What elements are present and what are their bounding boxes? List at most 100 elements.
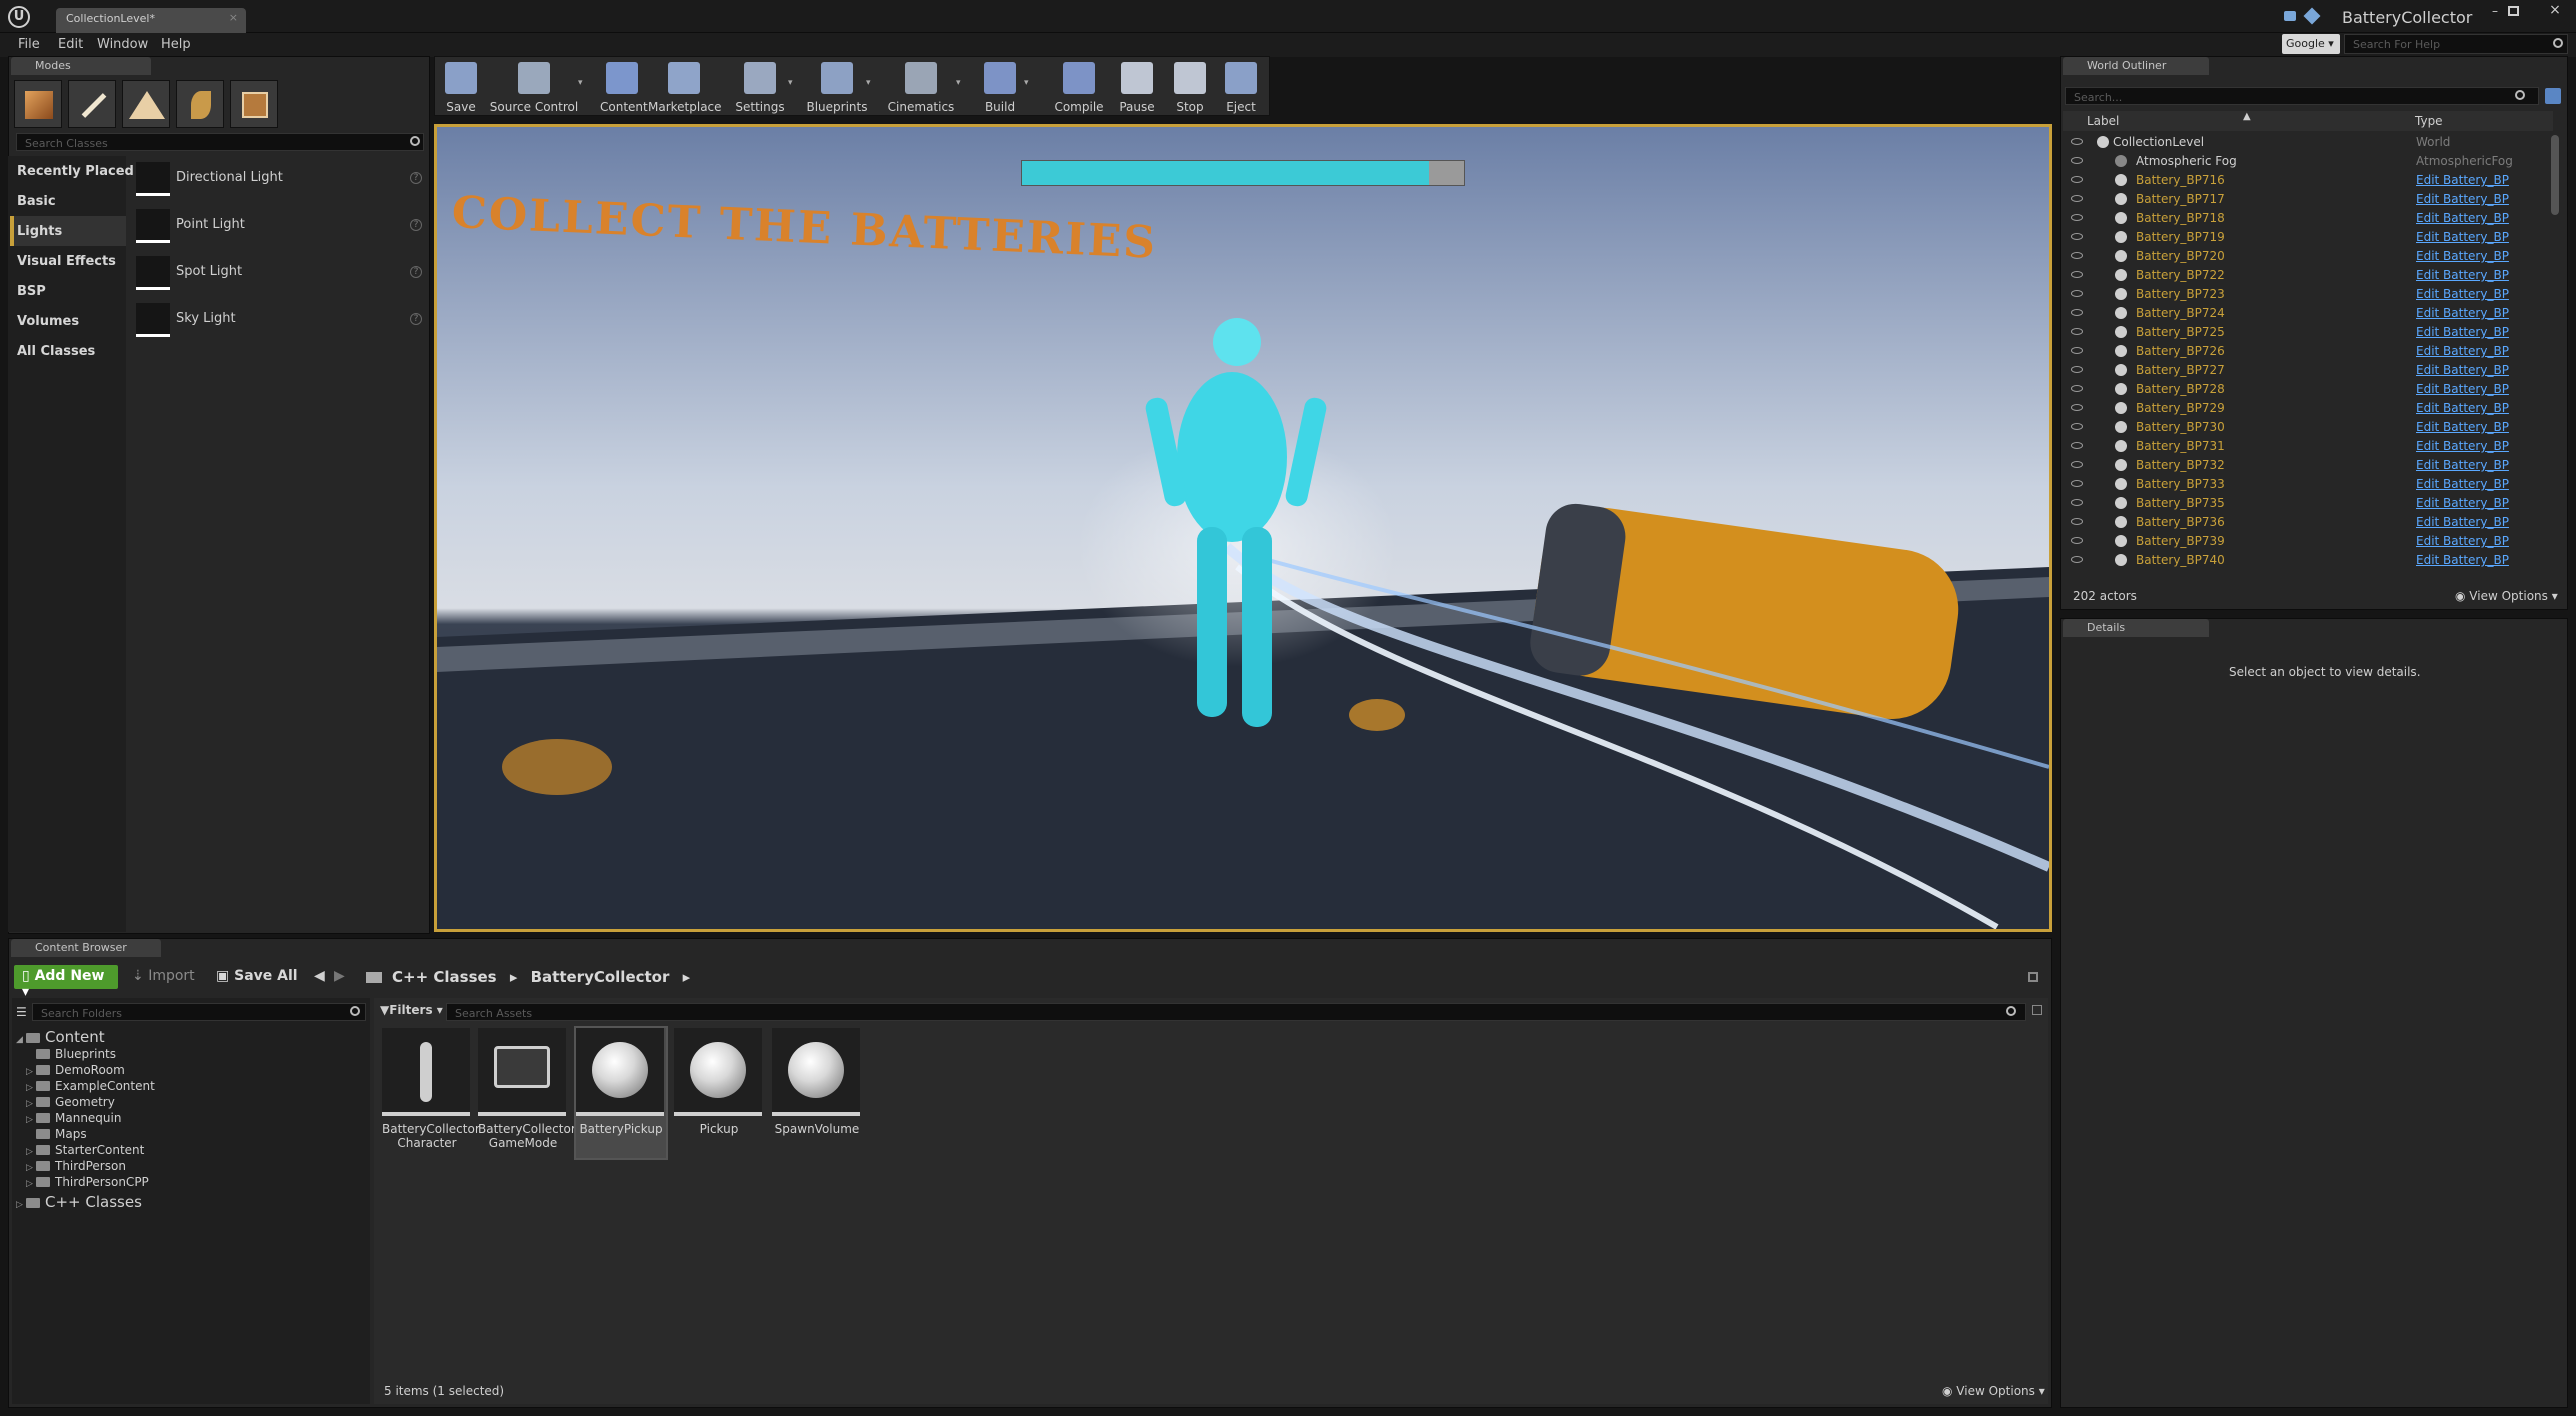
edit-blueprint-link[interactable]: Edit Battery_BP (2416, 515, 2509, 529)
asset-tile[interactable]: BatteryCollector Character (382, 1028, 480, 1158)
expand-right-icon[interactable]: ▷ (26, 1083, 36, 1093)
visibility-eye-icon[interactable] (2071, 423, 2083, 430)
outliner-row[interactable]: Atmospheric Fog AtmosphericFog (2063, 152, 2553, 171)
visibility-eye-icon[interactable] (2071, 157, 2083, 164)
menu-help[interactable]: Help (161, 37, 191, 52)
visibility-eye-icon[interactable] (2071, 309, 2083, 316)
visibility-eye-icon[interactable] (2071, 214, 2083, 221)
outliner-row[interactable]: Battery_BP726 Edit Battery_BP (2063, 342, 2553, 361)
back-arrow-icon[interactable]: ◀ (314, 968, 325, 984)
visibility-eye-icon[interactable] (2071, 366, 2083, 373)
edit-blueprint-link[interactable]: Edit Battery_BP (2416, 553, 2509, 567)
outliner-row[interactable]: Battery_BP732 Edit Battery_BP (2063, 456, 2553, 475)
folder-tree-item[interactable]: ▷ ThirdPersonCPP (26, 1175, 149, 1189)
category-visual-effects[interactable]: Visual Effects (17, 254, 116, 269)
visibility-eye-icon[interactable] (2071, 480, 2083, 487)
outliner-row[interactable]: Battery_BP739 Edit Battery_BP (2063, 532, 2553, 551)
expand-right-icon[interactable]: ▷ (26, 1179, 36, 1189)
game-viewport[interactable]: COLLECT THE BATTERIES (434, 124, 2052, 932)
close-icon[interactable]: × (229, 11, 238, 24)
filters-button[interactable]: ▼Filters ▾ (380, 1003, 443, 1017)
geometry-mode-button[interactable] (230, 80, 278, 128)
toolbar-stop-button[interactable]: Stop (1168, 56, 1212, 116)
edit-blueprint-link[interactable]: Edit Battery_BP (2416, 211, 2509, 225)
place-mode-button[interactable] (14, 80, 62, 128)
category-volumes[interactable]: Volumes (17, 314, 79, 329)
category-recently-placed[interactable]: Recently Placed (17, 164, 134, 179)
edit-blueprint-link[interactable]: Edit Battery_BP (2416, 306, 2509, 320)
outliner-row[interactable]: Battery_BP740 Edit Battery_BP (2063, 551, 2553, 570)
folder-tree-item[interactable]: ▷ StarterContent (26, 1143, 144, 1157)
toolbar-marketplace-button[interactable]: Marketplace (648, 56, 722, 116)
class-item-sky-light[interactable]: Sky Light? (136, 299, 426, 343)
visibility-eye-icon[interactable] (2071, 461, 2083, 468)
edit-blueprint-link[interactable]: Edit Battery_BP (2416, 192, 2509, 206)
menu-file[interactable]: File (18, 37, 40, 52)
category-lights[interactable]: Lights (17, 224, 62, 239)
chevron-right-icon[interactable]: ▸ (683, 968, 691, 986)
toolbar-save-button[interactable]: Save (438, 56, 484, 116)
marketplace-small-icon[interactable] (2303, 7, 2321, 25)
expand-right-icon[interactable]: ▷ (26, 1099, 36, 1109)
folder-tree-item[interactable]: ▷ ThirdPerson (26, 1159, 126, 1173)
edit-blueprint-link[interactable]: Edit Battery_BP (2416, 382, 2509, 396)
visibility-eye-icon[interactable] (2071, 556, 2083, 563)
expand-right-icon[interactable]: ▷ (26, 1147, 36, 1157)
tree-view-toggle-icon[interactable]: ☰ (16, 1005, 27, 1019)
unreal-logo-icon[interactable]: U (8, 6, 30, 28)
edit-blueprint-link[interactable]: Edit Battery_BP (2416, 173, 2509, 187)
folder-tree-item[interactable]: ▷ ExampleContent (26, 1079, 155, 1093)
outliner-view-options[interactable]: ◉ View Options ▾ (2455, 589, 2558, 603)
asset-tile[interactable]: SpawnVolume (772, 1028, 862, 1158)
help-icon[interactable]: ? (410, 172, 422, 184)
asset-search-input[interactable]: Search Assets (446, 1003, 2026, 1021)
world-outliner-tab[interactable]: World Outliner (2063, 57, 2209, 75)
help-icon[interactable]: ? (410, 313, 422, 325)
folder-tree-item[interactable]: ▷ Mannequin (26, 1111, 121, 1125)
category-all-classes[interactable]: All Classes (17, 344, 95, 359)
edit-blueprint-link[interactable]: Edit Battery_BP (2416, 420, 2509, 434)
minimize-button[interactable]: – (2486, 4, 2504, 18)
details-tab[interactable]: Details (2063, 619, 2209, 637)
edit-blueprint-link[interactable]: Edit Battery_BP (2416, 458, 2509, 472)
asset-tile[interactable]: Pickup (674, 1028, 764, 1158)
search-icon[interactable] (2553, 38, 2563, 48)
chevron-down-icon[interactable]: ▾ (866, 78, 871, 88)
visibility-eye-icon[interactable] (2071, 252, 2083, 259)
outliner-row[interactable]: CollectionLevel World (2063, 133, 2553, 152)
help-icon[interactable]: ? (410, 219, 422, 231)
chevron-down-icon[interactable]: ▾ (788, 78, 793, 88)
import-button[interactable]: ⇣ Import (132, 968, 195, 984)
visibility-eye-icon[interactable] (2071, 176, 2083, 183)
edit-blueprint-link[interactable]: Edit Battery_BP (2416, 344, 2509, 358)
outliner-row[interactable]: Battery_BP729 Edit Battery_BP (2063, 399, 2553, 418)
forward-arrow-icon[interactable]: ▶ (334, 968, 345, 984)
outliner-row[interactable]: Battery_BP728 Edit Battery_BP (2063, 380, 2553, 399)
chevron-right-icon[interactable]: ▸ (510, 968, 518, 986)
outliner-row[interactable]: Battery_BP727 Edit Battery_BP (2063, 361, 2553, 380)
outliner-row[interactable]: Battery_BP735 Edit Battery_BP (2063, 494, 2553, 513)
label-column-header[interactable]: Label (2087, 114, 2119, 128)
outliner-settings-icon[interactable] (2545, 88, 2561, 104)
outliner-row[interactable]: Battery_BP733 Edit Battery_BP (2063, 475, 2553, 494)
toolbar-build-button[interactable]: Build ▾ (974, 56, 1029, 116)
outliner-row[interactable]: Battery_BP731 Edit Battery_BP (2063, 437, 2553, 456)
visibility-eye-icon[interactable] (2071, 404, 2083, 411)
toolbar-compile-button[interactable]: Compile (1052, 56, 1106, 116)
notification-icon[interactable] (2284, 11, 2296, 21)
visibility-eye-icon[interactable] (2071, 385, 2083, 392)
close-window-button[interactable]: × (2546, 2, 2564, 18)
toolbar-pause-button[interactable]: Pause (1114, 56, 1160, 116)
menu-window[interactable]: Window (97, 37, 148, 52)
edit-blueprint-link[interactable]: Edit Battery_BP (2416, 439, 2509, 453)
type-column-header[interactable]: Type (2415, 114, 2443, 128)
outliner-row[interactable]: Battery_BP719 Edit Battery_BP (2063, 228, 2553, 247)
lock-icon[interactable] (2028, 972, 2038, 982)
edit-blueprint-link[interactable]: Edit Battery_BP (2416, 268, 2509, 282)
visibility-eye-icon[interactable] (2071, 290, 2083, 297)
folder-search-input[interactable]: Search Folders (32, 1003, 366, 1021)
search-provider-dropdown[interactable]: Google ▾ (2282, 34, 2340, 54)
edit-blueprint-link[interactable]: Edit Battery_BP (2416, 496, 2509, 510)
visibility-eye-icon[interactable] (2071, 442, 2083, 449)
folder-tree-item[interactable]: Maps (26, 1127, 87, 1141)
